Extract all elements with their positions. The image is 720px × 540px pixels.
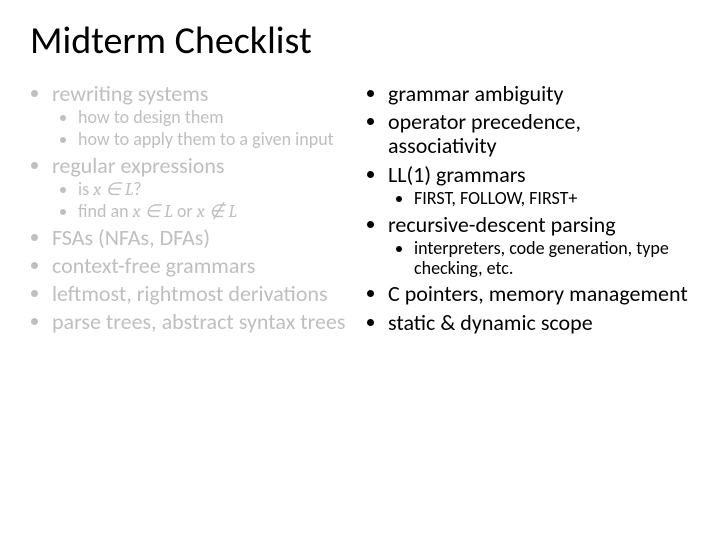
list-item: static & dynamic scope xyxy=(388,311,690,335)
list-item: LL(1) grammars FIRST, FOLLOW, FIRST+ xyxy=(388,163,690,209)
slide: Midterm Checklist rewriting systems how … xyxy=(0,0,720,540)
list-item: leftmost, rightmost derivations xyxy=(52,282,354,306)
list-item: find an x ∈ L or x ∉ L xyxy=(78,202,354,222)
list-item: FSAs (NFAs, DFAs) xyxy=(52,226,354,250)
list-item: context-free grammars xyxy=(52,254,354,278)
list-item: interpreters, code generation, type chec… xyxy=(414,239,690,279)
list-item: C pointers, memory management xyxy=(388,282,690,306)
item-text: regular expressions xyxy=(52,152,225,179)
sub-list: how to design them how to apply them to … xyxy=(52,108,354,150)
list-item: rewriting systems how to design them how… xyxy=(52,82,354,150)
list-item: parse trees, abstract syntax trees xyxy=(52,310,354,334)
list-item: operator precedence, associativity xyxy=(388,110,690,158)
math-run: x ∈ L xyxy=(93,179,133,200)
text-run: or xyxy=(173,200,197,222)
list-item: is x ∈ L? xyxy=(78,180,354,200)
body-columns: rewriting systems how to design them how… xyxy=(30,82,690,339)
math-run: x ∉ L xyxy=(197,201,237,222)
list-item: FIRST, FOLLOW, FIRST+ xyxy=(414,189,690,209)
math-run: x ∈ L xyxy=(133,201,173,222)
item-text: recursive-descent parsing xyxy=(388,211,616,238)
list-item: how to apply them to a given input xyxy=(78,130,354,150)
text-run: ? xyxy=(133,178,141,200)
item-text: rewriting systems xyxy=(52,80,208,107)
list-item: grammar ambiguity xyxy=(388,82,690,106)
sub-list: is x ∈ L? find an x ∈ L or x ∉ L xyxy=(52,180,354,222)
left-column: rewriting systems how to design them how… xyxy=(30,82,360,339)
slide-title: Midterm Checklist xyxy=(30,18,690,64)
item-text: LL(1) grammars xyxy=(388,161,526,188)
sub-list: interpreters, code generation, type chec… xyxy=(388,239,690,279)
sub-list: FIRST, FOLLOW, FIRST+ xyxy=(388,189,690,209)
list-item: how to design them xyxy=(78,108,354,128)
text-run: is xyxy=(78,178,93,200)
text-run: find an xyxy=(78,200,133,222)
list-item: regular expressions is x ∈ L? find an x … xyxy=(52,154,354,222)
right-list: grammar ambiguity operator precedence, a… xyxy=(366,82,690,335)
left-list: rewriting systems how to design them how… xyxy=(30,82,354,334)
right-column: grammar ambiguity operator precedence, a… xyxy=(360,82,690,339)
list-item: recursive-descent parsing interpreters, … xyxy=(388,213,690,279)
